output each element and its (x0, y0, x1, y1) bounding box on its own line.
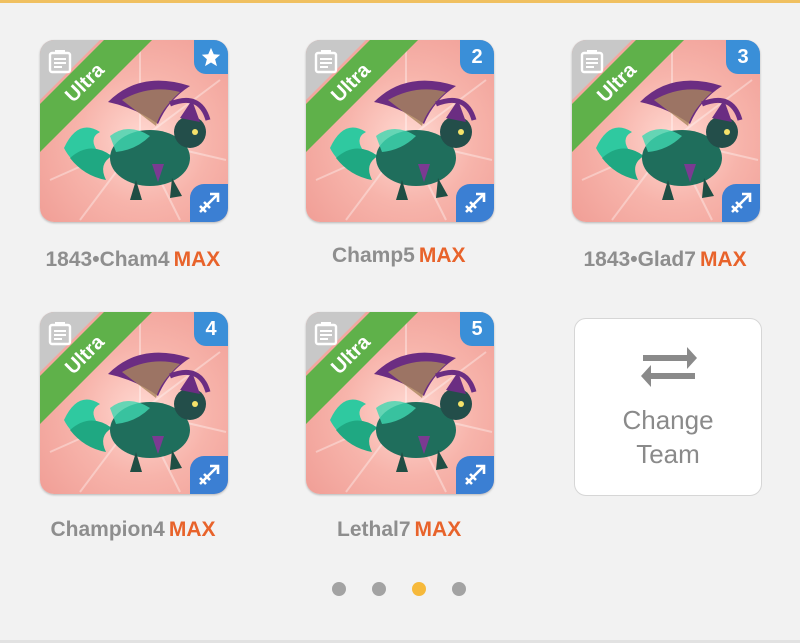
team-slot-number: 4 (205, 318, 217, 340)
level-max-label: MAX (699, 248, 747, 271)
slot-badge: 2 (460, 40, 494, 74)
team-card[interactable]: Ultra 2 (306, 40, 494, 222)
star-icon (201, 47, 221, 67)
slot-badge: 3 (726, 40, 760, 74)
page-dot-active[interactable] (412, 582, 426, 596)
team-card[interactable]: Ultra 3 (572, 40, 760, 222)
change-team-line2: Team (636, 439, 700, 469)
class-badge (456, 184, 494, 222)
notes-icon (314, 322, 338, 346)
page-dot[interactable] (452, 582, 466, 596)
change-team-label: Change Team (575, 403, 761, 471)
notes-icon (48, 50, 72, 74)
dragon-name-text: Champion4 (50, 518, 165, 541)
dragon-name-text: Lethal7 (337, 518, 411, 541)
weapon-icon (199, 464, 220, 485)
level-max-label: MAX (173, 248, 221, 271)
dragon-name: Lethal7 MAX (337, 518, 461, 542)
weapon-icon (465, 192, 486, 213)
dragon-name: 1843•Glad7 MAX (584, 248, 747, 272)
notes-icon (314, 50, 338, 74)
dragon-name: 1843•Cham4 MAX (46, 248, 221, 272)
weapon-icon (199, 192, 220, 213)
team-slot-number: 5 (471, 318, 483, 340)
page-dot[interactable] (332, 582, 346, 596)
swap-arrows-icon (641, 347, 697, 387)
slot-badge: 4 (194, 312, 228, 346)
dragon-portrait[interactable]: Ultra 5 (306, 312, 494, 494)
level-max-label: MAX (414, 518, 462, 541)
notes-icon (48, 322, 72, 346)
level-max-label: MAX (418, 244, 466, 267)
dragon-name-text: Champ5 (332, 244, 415, 267)
weapon-icon (731, 192, 752, 213)
team-slot-number: 3 (737, 46, 749, 68)
class-badge (190, 456, 228, 494)
team-slot-number: 2 (471, 46, 483, 68)
slot-badge (194, 40, 228, 74)
team-card[interactable]: Ultra 4 (40, 312, 228, 494)
dragon-name-text: 1843•Glad7 (583, 248, 696, 271)
change-team-button[interactable]: Change Team (574, 318, 762, 496)
change-team-line1: Change (622, 405, 714, 435)
dragon-portrait[interactable]: Ultra 3 (572, 40, 760, 222)
team-card[interactable]: Ultra 5 (306, 312, 494, 494)
dragon-portrait[interactable]: Ultra 2 (306, 40, 494, 222)
page-dot[interactable] (372, 582, 386, 596)
dragon-portrait[interactable]: Ultra (40, 40, 228, 222)
slot-badge: 5 (460, 312, 494, 346)
dragon-name: Champion4 MAX (51, 518, 216, 542)
class-badge (722, 184, 760, 222)
dragon-portrait[interactable]: Ultra 4 (40, 312, 228, 494)
dragon-name-text: 1843•Cham4 (45, 248, 170, 271)
weapon-icon (465, 464, 486, 485)
top-accent-line (0, 0, 800, 3)
level-max-label: MAX (168, 518, 216, 541)
class-badge (456, 456, 494, 494)
team-card[interactable]: Ultra (40, 40, 228, 222)
dragon-name: Champ5 MAX (332, 244, 466, 268)
notes-icon (580, 50, 604, 74)
class-badge (190, 184, 228, 222)
